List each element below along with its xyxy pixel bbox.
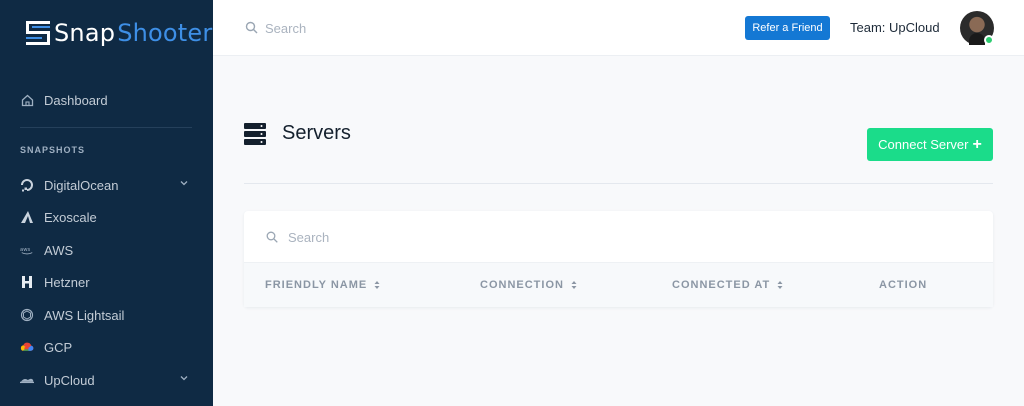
sidebar-item-aws[interactable]: aws AWS <box>20 240 73 260</box>
sidebar-item-label: Exoscale <box>44 209 97 225</box>
sidebar-item-upcloud[interactable]: UpCloud <box>20 370 188 390</box>
column-header-friendly-name[interactable]: FRIENDLY NAME <box>265 279 380 291</box>
column-header-action: ACTION <box>879 279 927 291</box>
header-divider <box>244 183 993 184</box>
connect-server-label: Connect Server <box>878 137 969 152</box>
column-header-label: FRIENDLY NAME <box>265 279 368 291</box>
sidebar-divider <box>20 127 192 128</box>
sidebar-item-label: Hetzner <box>44 274 90 290</box>
digitalocean-icon <box>20 178 34 192</box>
logo-text-part2: Shooter <box>117 19 213 47</box>
column-header-connection[interactable]: CONNECTION <box>480 279 577 291</box>
sort-icon[interactable] <box>374 280 380 290</box>
chevron-down-icon[interactable] <box>180 374 188 382</box>
upcloud-icon <box>20 373 34 387</box>
plus-icon: + <box>972 135 982 153</box>
search-icon <box>266 231 278 243</box>
column-header-label: ACTION <box>879 279 928 291</box>
sidebar: SnapShooter Dashboard SNAPSHOTS DigitalO… <box>0 0 213 406</box>
sort-icon[interactable] <box>571 280 577 290</box>
refer-a-friend-button[interactable]: Refer a Friend <box>745 16 830 40</box>
sidebar-item-aws-lightsail[interactable]: AWS Lightsail <box>20 305 124 325</box>
sidebar-item-exoscale[interactable]: Exoscale <box>20 207 97 227</box>
sort-icon[interactable] <box>777 280 783 290</box>
sidebar-item-dashboard[interactable]: Dashboard <box>20 90 108 110</box>
sidebar-item-label: GCP <box>44 339 73 355</box>
sidebar-item-label: AWS Lightsail <box>44 307 125 323</box>
aws-lightsail-icon <box>20 308 34 322</box>
exoscale-icon <box>20 210 34 224</box>
sidebar-item-label: AWS <box>44 242 74 258</box>
sidebar-item-label: Dashboard <box>44 92 108 108</box>
team-selector[interactable]: Team: UpCloud <box>850 20 940 35</box>
aws-icon: aws <box>20 243 34 257</box>
svg-text:aws: aws <box>20 247 31 253</box>
page-title: Servers <box>282 122 351 144</box>
app-logo[interactable]: SnapShooter <box>26 16 212 50</box>
server-icon <box>244 123 266 145</box>
sidebar-item-label: UpCloud <box>44 372 95 388</box>
column-header-connected-at[interactable]: CONNECTED AT <box>672 279 783 291</box>
sidebar-item-label: DigitalOcean <box>44 177 119 193</box>
logo-text-part1: Snap <box>54 19 116 47</box>
search-icon <box>245 21 258 34</box>
chevron-down-icon[interactable] <box>180 179 188 187</box>
search-input[interactable] <box>265 18 565 38</box>
logo-mark-icon <box>26 19 52 47</box>
table-header: FRIENDLY NAME CONNECTION CONNECTED AT AC… <box>244 262 993 307</box>
gcp-icon <box>20 340 34 354</box>
sidebar-item-gcp[interactable]: GCP <box>20 337 72 357</box>
table-search-input[interactable] <box>288 228 688 246</box>
servers-table-card: FRIENDLY NAME CONNECTION CONNECTED AT AC… <box>244 211 993 307</box>
section-label-snapshots: SNAPSHOTS <box>20 145 86 155</box>
sidebar-item-hetzner[interactable]: Hetzner <box>20 272 90 292</box>
online-status-icon <box>984 35 994 45</box>
home-icon <box>20 93 34 107</box>
hetzner-icon <box>20 275 34 289</box>
connect-server-button[interactable]: Connect Server + <box>867 128 993 161</box>
sidebar-item-digitalocean[interactable]: DigitalOcean <box>20 175 188 195</box>
column-header-label: CONNECTED AT <box>672 279 771 291</box>
logo-text: SnapShooter <box>54 19 212 47</box>
topbar: Refer a Friend Team: UpCloud <box>213 0 1024 56</box>
column-header-label: CONNECTION <box>480 279 564 291</box>
